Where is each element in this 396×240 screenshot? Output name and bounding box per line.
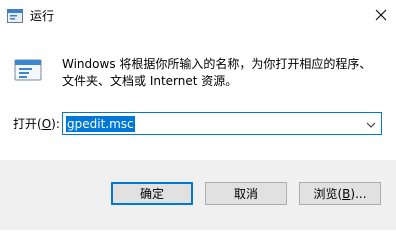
title-bar: 运行 bbox=[0, 0, 396, 32]
browse-label-prefix: 浏览( bbox=[313, 187, 343, 201]
dropdown-button[interactable] bbox=[362, 114, 380, 133]
open-label-prefix: 打开( bbox=[13, 117, 42, 131]
open-label-suffix: ): bbox=[51, 117, 60, 131]
command-input[interactable]: gpedit.msc bbox=[66, 116, 135, 132]
run-dialog: 运行 Windows 将根据你所输入的名称，为你打开相应的程序、文件夹、文档或 … bbox=[0, 0, 396, 230]
close-icon bbox=[375, 9, 387, 24]
description-text: Windows 将根据你所输入的名称，为你打开相应的程序、文件夹、文档或 Int… bbox=[62, 57, 372, 88]
chevron-down-icon bbox=[366, 117, 376, 131]
browse-label-suffix: )... bbox=[350, 186, 367, 201]
open-label: 打开(O): bbox=[13, 116, 60, 132]
run-icon bbox=[14, 56, 42, 84]
button-bar: 确定 取消 浏览(B)... bbox=[0, 160, 396, 230]
open-label-accel: O bbox=[41, 117, 52, 131]
run-app-icon bbox=[7, 9, 23, 23]
window-title: 运行 bbox=[30, 9, 55, 23]
command-combobox[interactable]: gpedit.msc bbox=[62, 112, 382, 135]
browse-button[interactable]: 浏览(B)... bbox=[299, 182, 381, 205]
ok-button[interactable]: 确定 bbox=[111, 182, 193, 205]
browse-label-accel: B bbox=[342, 186, 351, 201]
close-button[interactable] bbox=[366, 0, 396, 32]
cancel-button[interactable]: 取消 bbox=[205, 182, 287, 205]
